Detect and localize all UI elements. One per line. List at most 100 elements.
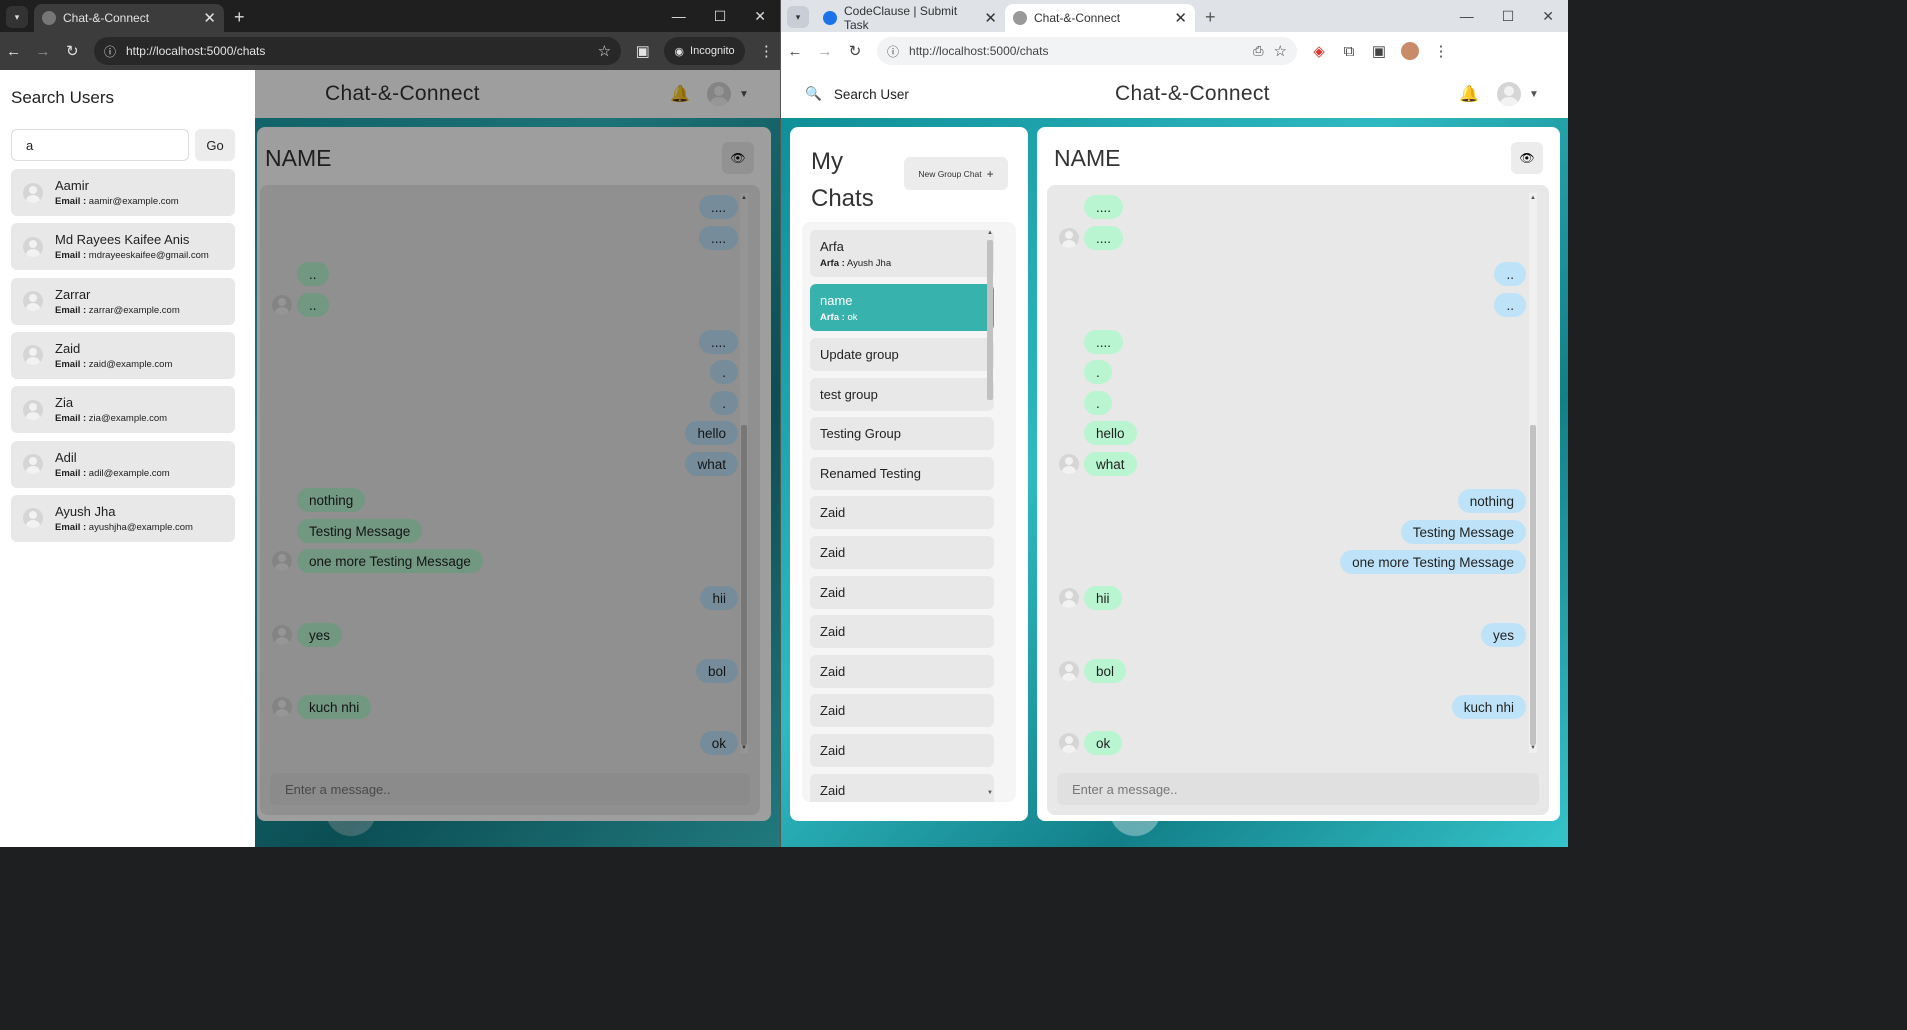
- sender-avatar[interactable]: [1059, 661, 1079, 681]
- chat-list-item[interactable]: Zaid: [810, 496, 994, 530]
- chat-name: Zaid: [820, 505, 846, 521]
- sender-avatar[interactable]: [1059, 733, 1079, 753]
- chat-title: NAME: [1054, 145, 1121, 171]
- address-bar[interactable]: ⓘ http://localhost:5000/chats ☆: [93, 37, 622, 65]
- maximize-icon[interactable]: ☐: [1502, 8, 1515, 25]
- user-list-item[interactable]: Zaid Email : zaid@example.com: [11, 331, 235, 379]
- codeclause-favicon: [823, 11, 837, 25]
- tab-search-icon[interactable]: ▾: [787, 6, 809, 28]
- profile-picture-icon[interactable]: [1401, 42, 1419, 60]
- bell-icon[interactable]: 🔔: [1459, 84, 1479, 104]
- scroll-down-icon[interactable]: ▼: [1530, 745, 1536, 751]
- extensions-puzzle-icon[interactable]: ⧉: [1341, 43, 1357, 60]
- email-label: Email :: [55, 358, 87, 370]
- site-info-icon[interactable]: ⓘ: [104, 43, 116, 60]
- forward-icon[interactable]: →: [817, 43, 833, 60]
- extension-shield-icon[interactable]: ◈: [1311, 42, 1327, 60]
- app-content: 🔍 Search User Chat-&-Connect 🔔 ▼ My Chat…: [781, 70, 1568, 847]
- go-button[interactable]: Go: [195, 129, 235, 161]
- chat-list-item[interactable]: test group: [810, 377, 994, 411]
- chat-list-item[interactable]: Zaid: [810, 615, 994, 649]
- scroll-down-icon[interactable]: ▼: [987, 790, 993, 796]
- user-name: Zia: [55, 395, 74, 411]
- site-info-icon[interactable]: ⓘ: [887, 43, 899, 60]
- user-email: Email : adil@example.com: [55, 468, 170, 479]
- window-controls: — ☐ ✕: [1460, 0, 1568, 32]
- new-group-chat-button[interactable]: New Group Chat +: [904, 157, 1008, 190]
- incognito-label: Incognito: [690, 45, 735, 57]
- chat-list-item[interactable]: Zaid: [810, 536, 994, 569]
- user-list-item[interactable]: Zia Email : zia@example.com: [11, 386, 235, 434]
- email-value: ayushjha@example.com: [86, 521, 193, 533]
- bookmark-star-icon[interactable]: ☆: [598, 42, 611, 60]
- eye-icon[interactable]: 👁: [1511, 142, 1543, 174]
- close-window-icon[interactable]: ✕: [1542, 8, 1554, 25]
- maximize-icon[interactable]: ☐: [714, 8, 727, 25]
- scrollbar[interactable]: ▲ ▼: [1529, 193, 1537, 753]
- user-list-item[interactable]: Aamir Email : aamir@example.com: [11, 169, 235, 216]
- chat-name: Zaid: [820, 743, 846, 758]
- search-input[interactable]: a: [11, 129, 189, 161]
- back-icon[interactable]: ←: [6, 43, 21, 60]
- tab-codeclause[interactable]: CodeClause | Submit Task ✕: [815, 4, 1005, 32]
- scroll-up-icon[interactable]: ▲: [987, 230, 993, 236]
- message-input[interactable]: Enter a message..: [1057, 773, 1539, 805]
- browser-menu-icon[interactable]: ⋮: [1433, 42, 1449, 60]
- chat-list-item[interactable]: Update group: [810, 338, 994, 371]
- minimize-icon[interactable]: —: [672, 8, 686, 24]
- sender-avatar[interactable]: [1059, 228, 1079, 248]
- browser-menu-icon[interactable]: ⋮: [759, 42, 774, 60]
- sender-avatar[interactable]: [1059, 588, 1079, 608]
- chat-list-item[interactable]: Zaid: [810, 575, 994, 609]
- new-tab-icon[interactable]: +: [1205, 7, 1216, 28]
- avatar: [23, 399, 43, 420]
- latest-text: ok: [844, 311, 858, 323]
- reload-icon[interactable]: ↻: [847, 42, 863, 60]
- scroll-thumb[interactable]: [987, 240, 993, 400]
- chat-list-item[interactable]: Zaid: [810, 654, 994, 688]
- chat-list-item[interactable]: Testing Group: [810, 417, 994, 451]
- close-tab-icon[interactable]: ✕: [1174, 11, 1187, 26]
- received-message: hello: [1084, 421, 1137, 445]
- back-icon[interactable]: ←: [787, 43, 803, 60]
- minimize-icon[interactable]: —: [1460, 8, 1474, 24]
- address-bar[interactable]: ⓘ http://localhost:5000/chats ⎙ ☆: [877, 37, 1297, 65]
- tab-chat-connect[interactable]: Chat-&-Connect ✕: [1005, 4, 1195, 32]
- close-tab-icon[interactable]: ✕: [203, 11, 216, 26]
- user-list-item[interactable]: Md Rayees Kaifee Anis Email : mdrayeeskai…: [11, 223, 235, 271]
- chat-list-scrollbar[interactable]: ▲ ▼: [986, 228, 994, 798]
- profile-menu[interactable]: ▼: [1497, 82, 1539, 106]
- user-email: Email : zia@example.com: [55, 413, 167, 424]
- new-tab-icon[interactable]: +: [234, 7, 245, 28]
- install-app-icon[interactable]: ⎙: [1253, 43, 1263, 59]
- incognito-indicator[interactable]: ◉ Incognito: [664, 37, 745, 65]
- side-panel-icon[interactable]: ▣: [635, 42, 650, 60]
- reload-icon[interactable]: ↻: [65, 42, 80, 60]
- tab-search-icon[interactable]: ▾: [6, 6, 28, 28]
- search-user-button[interactable]: 🔍 Search User: [805, 86, 909, 102]
- sender-avatar[interactable]: [1059, 454, 1079, 474]
- sent-message: Testing Message: [1400, 520, 1526, 544]
- user-list-item[interactable]: Adil Email : adil@example.com: [11, 440, 235, 488]
- chat-list-item[interactable]: Zaid: [810, 773, 994, 802]
- scroll-thumb[interactable]: [1530, 425, 1536, 745]
- bookmark-star-icon[interactable]: ☆: [1274, 42, 1287, 60]
- scroll-up-icon[interactable]: ▲: [1530, 195, 1536, 201]
- chat-list-item-selected[interactable]: name Arfa : ok: [810, 284, 994, 331]
- chat-name: Renamed Testing: [820, 465, 921, 481]
- forward-icon[interactable]: →: [35, 43, 50, 60]
- drawer-backdrop[interactable]: [255, 70, 780, 847]
- tab-chat-connect[interactable]: Chat-&-Connect ✕: [34, 4, 224, 32]
- user-list-item[interactable]: Zarrar Email : zarrar@example.com: [11, 277, 235, 325]
- chat-name: Zaid: [820, 782, 846, 798]
- side-panel-icon[interactable]: ▣: [1371, 42, 1387, 60]
- chat-list-item[interactable]: Renamed Testing: [810, 456, 994, 490]
- chat-list-item[interactable]: Zaid: [810, 734, 994, 767]
- chat-list-item[interactable]: Arfa Arfa : Ayush Jha: [810, 230, 994, 277]
- user-list-item[interactable]: Ayush Jha Email : ayushjha@example.com: [11, 494, 235, 542]
- avatar: [23, 508, 43, 529]
- close-tab-icon[interactable]: ✕: [984, 11, 997, 26]
- close-window-icon[interactable]: ✕: [754, 8, 766, 25]
- user-name: Zaid: [55, 340, 81, 356]
- chat-list-item[interactable]: Zaid: [810, 694, 994, 728]
